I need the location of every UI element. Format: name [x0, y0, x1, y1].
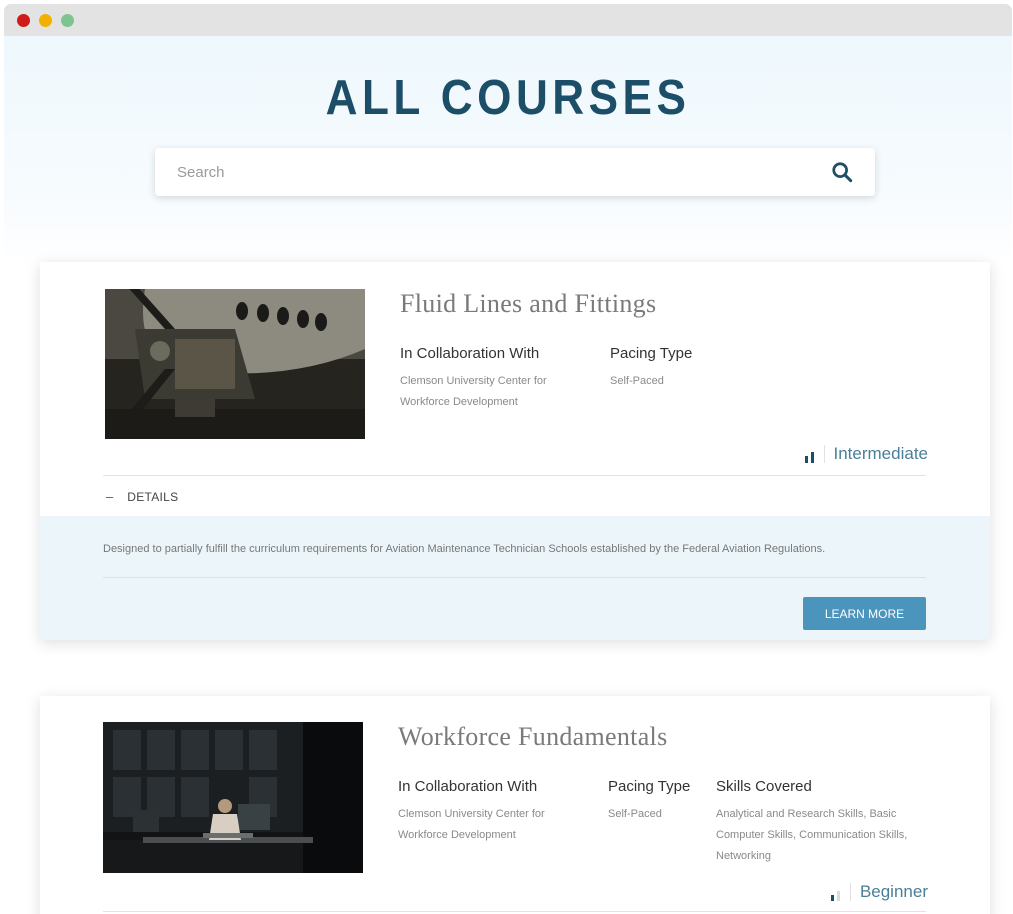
learn-more-button[interactable]: LEARN MORE	[803, 597, 926, 630]
search-icon[interactable]	[831, 161, 853, 183]
level-label: Beginner	[859, 882, 928, 901]
level-bars-icon	[830, 883, 851, 901]
course-thumbnail-aircraft[interactable]	[105, 289, 365, 439]
level-bar-1	[830, 895, 834, 901]
level-bar-2	[810, 452, 814, 463]
details-panel: Designed to partially fulfill the curric…	[40, 516, 990, 640]
page-title: ALL COURSES	[325, 71, 691, 125]
skills-covered-label: Skills Covered	[716, 778, 812, 795]
course-level: Beginner	[830, 882, 928, 902]
search-box	[155, 148, 875, 196]
course-title[interactable]: Fluid Lines and Fittings	[400, 289, 656, 319]
pacing-type-label: Pacing Type	[610, 345, 693, 362]
course-card: Fluid Lines and Fittings In Collaboratio…	[40, 262, 990, 640]
pacing-type-value: Self-Paced	[610, 375, 664, 387]
course-thumbnail-office[interactable]	[103, 722, 363, 873]
browser-title-bar	[4, 4, 1012, 36]
level-bars-icon	[804, 445, 825, 463]
courses-page: ALL COURSES Search Fluid Lines and Fitti…	[4, 36, 1012, 914]
level-bar-1	[804, 456, 808, 463]
collaboration-value: Clemson University Center for Workforce …	[400, 375, 547, 408]
search-input[interactable]	[155, 148, 815, 196]
course-title[interactable]: Workforce Fundamentals	[398, 722, 667, 752]
course-description: Designed to partially fulfill the curric…	[103, 543, 826, 555]
details-toggle[interactable]: – DETAILS	[106, 489, 178, 504]
card-divider	[103, 911, 926, 912]
course-card: Workforce Fundamentals In Collaboration …	[40, 696, 990, 914]
collaboration-label: In Collaboration With	[400, 345, 540, 362]
close-window-button[interactable]	[17, 14, 30, 27]
course-level: Intermediate	[804, 444, 929, 464]
details-divider	[103, 577, 926, 578]
level-bar-2	[836, 891, 840, 901]
skills-covered-value: Analytical and Research Skills, Basic Co…	[716, 808, 908, 862]
collaboration-label: In Collaboration With	[398, 778, 538, 795]
aircraft-engine-image	[105, 289, 365, 439]
office-worker-image	[103, 722, 363, 873]
minimize-window-button[interactable]	[39, 14, 52, 27]
collaboration-value: Clemson University Center for Workforce …	[398, 808, 545, 841]
maximize-window-button[interactable]	[61, 14, 74, 27]
collapse-icon: –	[106, 489, 114, 504]
pacing-type-label: Pacing Type	[608, 778, 691, 795]
level-label: Intermediate	[833, 444, 929, 463]
card-divider	[103, 475, 926, 476]
details-label: DETAILS	[127, 489, 179, 504]
